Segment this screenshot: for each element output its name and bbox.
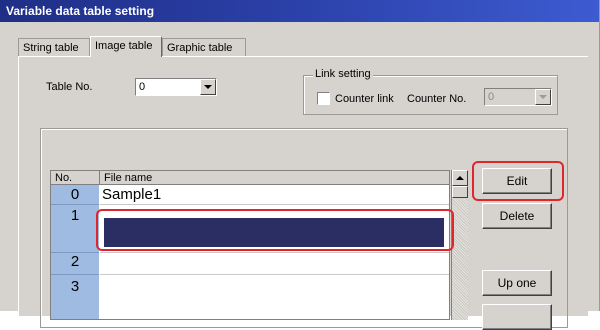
delete-button[interactable]: Delete <box>482 203 552 229</box>
counter-link-label: Counter link <box>335 93 394 105</box>
edit-button-callout <box>472 161 564 201</box>
tab-string-table[interactable]: String table <box>18 38 90 56</box>
chevron-down-icon <box>539 95 547 99</box>
row-number-3: 3 <box>51 275 99 319</box>
row-number-1: 1 <box>51 205 99 253</box>
tab-graphic-table[interactable]: Graphic table <box>162 38 246 56</box>
table-no-label: Table No. <box>46 81 93 93</box>
counter-no-select[interactable]: 0 <box>484 88 552 106</box>
scroll-up-button[interactable] <box>452 170 468 186</box>
chevron-up-icon <box>456 176 464 180</box>
table-no-value: 0 <box>139 81 146 93</box>
scroll-thumb[interactable] <box>452 186 468 198</box>
column-header-no[interactable]: No. <box>51 171 100 185</box>
counter-no-label: Counter No. <box>407 93 467 105</box>
counter-no-dropdown-button[interactable] <box>535 89 551 105</box>
counter-no-value: 0 <box>488 91 495 103</box>
window-title: Variable data table setting <box>0 0 599 22</box>
table-no-select[interactable]: 0 <box>135 78 217 96</box>
variable-data-table-dialog: Variable data table setting String table… <box>0 0 600 330</box>
row-number-2: 2 <box>51 253 99 275</box>
tab-image-table[interactable]: Image table <box>90 36 162 57</box>
row-file-name-3[interactable] <box>100 275 449 319</box>
row-file-name-0[interactable]: Sample1 <box>100 185 449 205</box>
row-file-name-2[interactable] <box>100 253 449 275</box>
up-one-button[interactable]: Up one <box>482 270 552 296</box>
chevron-down-icon <box>204 85 212 89</box>
down-one-button[interactable] <box>482 304 552 330</box>
table-no-dropdown-button[interactable] <box>200 79 216 95</box>
column-header-file-name[interactable]: File name <box>100 171 449 185</box>
link-setting-title: Link setting <box>313 68 373 80</box>
row-number-0: 0 <box>51 185 99 205</box>
selected-row-callout <box>96 209 454 251</box>
counter-link-checkbox[interactable] <box>317 92 330 105</box>
